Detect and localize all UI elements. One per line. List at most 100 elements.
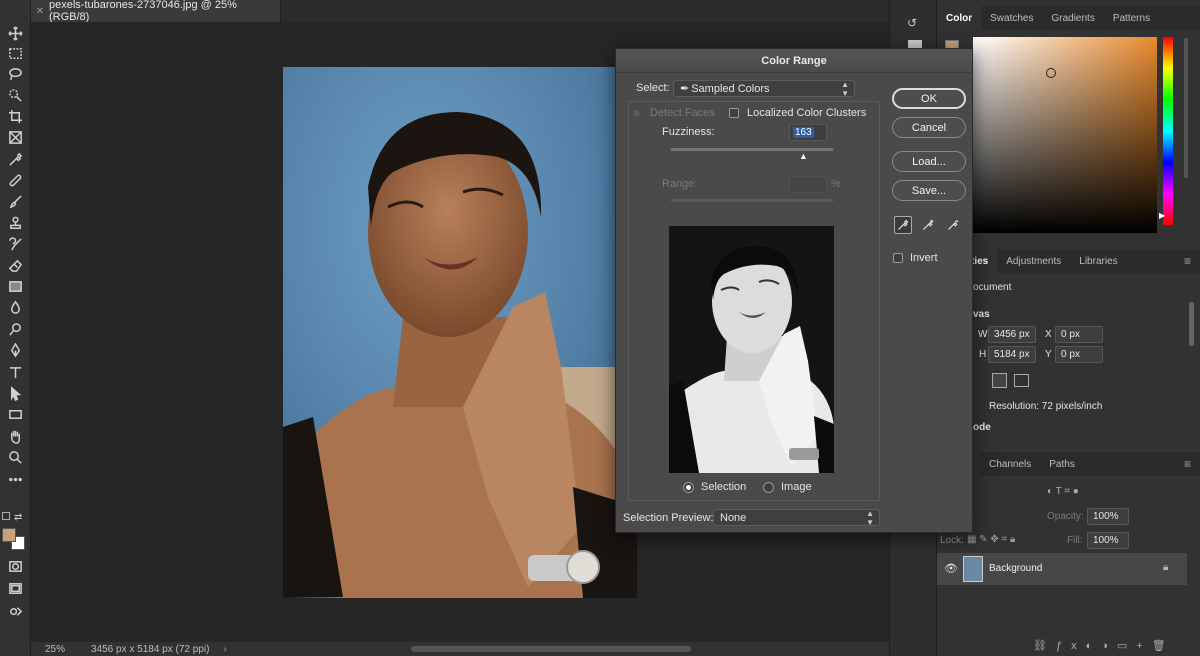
tab-patterns[interactable]: Patterns <box>1104 13 1159 24</box>
dodge-icon[interactable] <box>4 320 26 338</box>
color-panel-scrollbar[interactable] <box>1184 38 1188 178</box>
hue-slider[interactable] <box>1163 37 1173 225</box>
detect-faces-checkbox[interactable] <box>633 110 640 117</box>
crop-icon[interactable] <box>4 107 26 125</box>
invert-checkbox[interactable] <box>893 253 903 263</box>
path-select-icon[interactable] <box>4 384 26 402</box>
tab-adjustments[interactable]: Adjustments <box>997 256 1070 267</box>
x-label: X <box>1045 329 1052 340</box>
fuzziness-slider-track[interactable] <box>671 148 833 151</box>
swap-colors-icon[interactable]: ⇄ <box>14 512 22 523</box>
foreground-color-swatch[interactable] <box>2 528 16 542</box>
eraser-icon[interactable] <box>4 256 26 274</box>
gradient-icon[interactable] <box>4 277 26 295</box>
eyedropper-plus-icon[interactable] <box>919 216 937 234</box>
selection-preview-image <box>669 226 834 473</box>
close-icon[interactable]: ✕ <box>31 6 49 17</box>
eyedropper-icon[interactable] <box>894 216 912 234</box>
layer-name[interactable]: Background <box>989 563 1042 574</box>
document-dimensions: 3456 px x 5184 px (72 ppi) <box>91 643 210 655</box>
selection-radio[interactable] <box>683 482 694 493</box>
document-title: pexels-tubarones-2737046.jpg @ 25% (RGB/… <box>48 0 237 23</box>
type-icon[interactable] <box>4 363 26 381</box>
fuzziness-slider-handle[interactable]: ▲ <box>799 151 808 161</box>
layer-filter-icons[interactable]: ◐ T ⌗ ● <box>1047 486 1079 497</box>
visibility-eye-icon[interactable]: 👁︎ <box>944 562 958 575</box>
edit-toolbar-icon[interactable] <box>4 602 26 620</box>
properties-scrollbar[interactable] <box>1189 302 1194 346</box>
color-panel-tabs: Color Swatches Gradients Patterns <box>937 6 1200 30</box>
layer-row-background[interactable]: 👁︎ Background 🔒︎ <box>937 553 1187 585</box>
fill-field[interactable]: 100% <box>1087 532 1129 549</box>
save-button[interactable]: Save... <box>892 180 966 201</box>
width-field[interactable]: 3456 px <box>988 326 1036 343</box>
tools-panel: ⇄ <box>0 0 31 656</box>
more-icon[interactable] <box>4 470 26 488</box>
height-field[interactable]: 5184 px <box>988 346 1036 363</box>
quick-mask-icon[interactable] <box>4 557 26 575</box>
lasso-icon[interactable] <box>4 65 26 83</box>
opacity-field[interactable]: 100% <box>1087 508 1129 525</box>
tab-paths[interactable]: Paths <box>1040 459 1084 470</box>
tab-color[interactable]: Color <box>937 6 982 30</box>
properties-document-label: ocument <box>973 282 1012 293</box>
eyedropper-minus-icon[interactable] <box>944 216 962 234</box>
cancel-button[interactable]: Cancel <box>892 117 966 138</box>
healing-icon[interactable] <box>4 171 26 189</box>
rectangle-icon[interactable] <box>4 405 26 423</box>
history-brush-icon[interactable] <box>4 235 26 253</box>
range-slider-track <box>671 199 833 202</box>
document-photo[interactable] <box>283 67 637 598</box>
resolution-text: Resolution: 72 pixels/inch <box>989 401 1103 412</box>
status-bar: 25% 3456 px x 5184 px (72 ppi) › <box>31 642 889 656</box>
tab-libraries[interactable]: Libraries <box>1070 256 1126 267</box>
tab-swatches[interactable]: Swatches <box>981 13 1042 24</box>
color-picker-cursor[interactable] <box>1046 68 1056 78</box>
quick-select-icon[interactable] <box>4 86 26 104</box>
tab-gradients[interactable]: Gradients <box>1042 13 1103 24</box>
select-dropdown[interactable]: ✒ Sampled Colors ▲ ▼ <box>673 80 855 98</box>
landscape-orientation-icon[interactable] <box>1014 374 1029 387</box>
horizontal-scrollbar[interactable] <box>411 646 691 652</box>
panel-menu-icon[interactable]: ≡ <box>1175 254 1200 268</box>
lock-icons[interactable]: ▦ ✎ ✥ ⌗ 🔒︎ <box>967 534 1015 545</box>
fuzziness-value: 163 <box>793 127 814 138</box>
stamp-icon[interactable] <box>4 214 26 232</box>
layers-panel-tabs: Channels Paths ≡ <box>937 452 1200 476</box>
layers-footer-icons[interactable]: ⛓ƒx◐◑▭+🗑︎ <box>1033 639 1175 652</box>
x-field[interactable]: 0 px <box>1055 326 1103 343</box>
pen-icon[interactable] <box>4 341 26 359</box>
history-icon[interactable]: ↺ <box>903 14 921 32</box>
screen-mode-icon[interactable] <box>4 579 26 597</box>
right-panels: Color Swatches Gradients Patterns ▶ ties… <box>937 0 1200 656</box>
localized-clusters-checkbox[interactable] <box>729 108 739 118</box>
fuzziness-field[interactable]: 163 <box>789 124 827 141</box>
brush-icon[interactable] <box>4 192 26 210</box>
marquee-icon[interactable] <box>4 44 26 62</box>
load-button[interactable]: Load... <box>892 151 966 172</box>
layers-menu-icon[interactable]: ≡ <box>1175 457 1200 471</box>
properties-icon[interactable] <box>908 40 922 48</box>
status-arrow-icon[interactable]: › <box>223 644 226 655</box>
zoom-level[interactable]: 25% <box>31 644 81 655</box>
zoom-icon[interactable] <box>4 448 26 466</box>
hand-icon[interactable] <box>4 427 26 445</box>
y-field[interactable]: 0 px <box>1055 346 1103 363</box>
move-icon[interactable] <box>4 24 26 42</box>
fuzziness-label: Fuzziness: <box>662 126 715 138</box>
default-colors-icon[interactable] <box>2 512 10 520</box>
selection-preview-dropdown[interactable]: None ▲ ▼ <box>713 509 880 527</box>
hue-slider-handle[interactable]: ▶ <box>1159 211 1165 220</box>
ok-button[interactable]: OK <box>892 88 966 109</box>
mode-section-label: ode <box>973 422 991 433</box>
tab-channels[interactable]: Channels <box>980 459 1040 470</box>
blur-icon[interactable] <box>4 298 26 316</box>
document-tab[interactable]: ✕ pexels-tubarones-2737046.jpg @ 25% (RG… <box>31 0 281 23</box>
image-radio[interactable] <box>763 482 774 493</box>
frame-icon[interactable] <box>4 128 26 146</box>
properties-panel-tabs: ties Adjustments Libraries ≡ <box>937 249 1200 273</box>
portrait-orientation-icon[interactable] <box>992 373 1007 388</box>
color-picker-field[interactable] <box>973 37 1157 233</box>
color-range-dialog: Color Range Select: ✒ Sampled Colors ▲ ▼ … <box>615 48 973 533</box>
eyedropper-icon[interactable] <box>4 150 26 168</box>
